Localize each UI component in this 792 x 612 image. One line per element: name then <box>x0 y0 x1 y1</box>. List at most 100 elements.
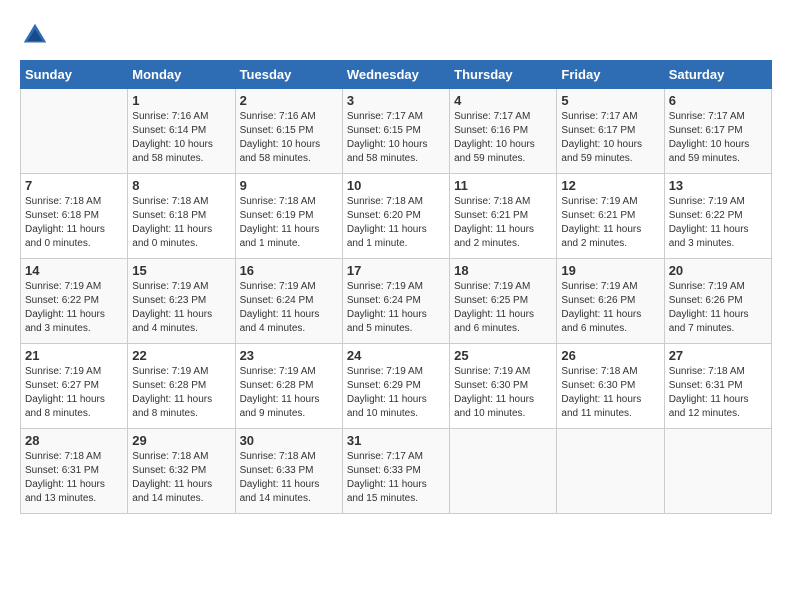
calendar-cell <box>557 429 664 514</box>
day-number: 28 <box>25 433 123 448</box>
day-info: Sunrise: 7:18 AM Sunset: 6:21 PM Dayligh… <box>454 195 552 251</box>
day-number: 16 <box>240 263 338 278</box>
calendar-cell: 25Sunrise: 7:19 AM Sunset: 6:30 PM Dayli… <box>450 344 557 429</box>
calendar-cell: 23 Sunrise: 7:19 AM Sunset: 6:28 PM Dayli… <box>235 344 342 429</box>
day-info: Sunrise: 7:19 AM Sunset: 6:25 PM Dayligh… <box>454 280 552 336</box>
day-info: Sunrise: 7:18 AM Sunset: 6:33 PM Dayligh… <box>240 450 338 506</box>
calendar-cell: 4 Sunrise: 7:17 AM Sunset: 6:16 PM Daylig… <box>450 89 557 174</box>
calendar-cell: 31 Sunrise: 7:17 AM Sunset: 6:33 PM Dayli… <box>342 429 449 514</box>
calendar-cell: 30 Sunrise: 7:18 AM Sunset: 6:33 PM Dayli… <box>235 429 342 514</box>
day-number: 4 <box>454 93 552 108</box>
day-info: Sunrise: 7:19 AM Sunset: 6:24 PM Dayligh… <box>347 280 445 336</box>
calendar-cell: 16 Sunrise: 7:19 AM Sunset: 6:24 PM Dayli… <box>235 259 342 344</box>
day-number: 25 <box>454 348 552 363</box>
page-header <box>20 20 772 50</box>
calendar-cell <box>664 429 771 514</box>
day-info: Sunrise: 7:18 AM Sunset: 6:20 PM Dayligh… <box>347 195 445 251</box>
day-number: 9 <box>240 178 338 193</box>
day-number: 13 <box>669 178 767 193</box>
day-number: 3 <box>347 93 445 108</box>
calendar-cell <box>21 89 128 174</box>
day-info: Sunrise: 7:19 AM Sunset: 6:26 PM Dayligh… <box>561 280 659 336</box>
logo <box>20 20 52 50</box>
day-info: Sunrise: 7:19 AM Sunset: 6:29 PM Dayligh… <box>347 365 445 421</box>
week-row-4: 21 Sunrise: 7:19 AM Sunset: 6:27 PM Dayli… <box>21 344 772 429</box>
calendar-cell: 10Sunrise: 7:18 AM Sunset: 6:20 PM Dayli… <box>342 174 449 259</box>
day-info: Sunrise: 7:17 AM Sunset: 6:15 PM Dayligh… <box>347 110 445 166</box>
day-number: 17 <box>347 263 445 278</box>
day-info: Sunrise: 7:19 AM Sunset: 6:28 PM Dayligh… <box>240 365 338 421</box>
column-header-thursday: Thursday <box>450 61 557 89</box>
day-number: 18 <box>454 263 552 278</box>
calendar-cell: 11 Sunrise: 7:18 AM Sunset: 6:21 PM Dayli… <box>450 174 557 259</box>
day-number: 26 <box>561 348 659 363</box>
day-info: Sunrise: 7:17 AM Sunset: 6:17 PM Dayligh… <box>561 110 659 166</box>
day-number: 8 <box>132 178 230 193</box>
calendar-cell: 3 Sunrise: 7:17 AM Sunset: 6:15 PM Daylig… <box>342 89 449 174</box>
week-row-3: 14 Sunrise: 7:19 AM Sunset: 6:22 PM Dayli… <box>21 259 772 344</box>
day-number: 15 <box>132 263 230 278</box>
day-number: 30 <box>240 433 338 448</box>
calendar-cell: 28 Sunrise: 7:18 AM Sunset: 6:31 PM Dayli… <box>21 429 128 514</box>
day-info: Sunrise: 7:19 AM Sunset: 6:21 PM Dayligh… <box>561 195 659 251</box>
calendar-cell: 14 Sunrise: 7:19 AM Sunset: 6:22 PM Dayli… <box>21 259 128 344</box>
day-info: Sunrise: 7:16 AM Sunset: 6:15 PM Dayligh… <box>240 110 338 166</box>
calendar-cell: 15Sunrise: 7:19 AM Sunset: 6:23 PM Dayli… <box>128 259 235 344</box>
calendar-cell: 5Sunrise: 7:17 AM Sunset: 6:17 PM Daylig… <box>557 89 664 174</box>
day-number: 23 <box>240 348 338 363</box>
day-number: 6 <box>669 93 767 108</box>
day-info: Sunrise: 7:18 AM Sunset: 6:32 PM Dayligh… <box>132 450 230 506</box>
day-info: Sunrise: 7:17 AM Sunset: 6:33 PM Dayligh… <box>347 450 445 506</box>
day-number: 20 <box>669 263 767 278</box>
day-number: 19 <box>561 263 659 278</box>
header-row: SundayMondayTuesdayWednesdayThursdayFrid… <box>21 61 772 89</box>
day-info: Sunrise: 7:19 AM Sunset: 6:22 PM Dayligh… <box>25 280 123 336</box>
day-info: Sunrise: 7:19 AM Sunset: 6:24 PM Dayligh… <box>240 280 338 336</box>
column-header-wednesday: Wednesday <box>342 61 449 89</box>
logo-icon <box>20 20 50 50</box>
day-info: Sunrise: 7:19 AM Sunset: 6:22 PM Dayligh… <box>669 195 767 251</box>
day-number: 7 <box>25 178 123 193</box>
day-info: Sunrise: 7:16 AM Sunset: 6:14 PM Dayligh… <box>132 110 230 166</box>
calendar-cell: 18 Sunrise: 7:19 AM Sunset: 6:25 PM Dayli… <box>450 259 557 344</box>
day-info: Sunrise: 7:18 AM Sunset: 6:18 PM Dayligh… <box>132 195 230 251</box>
day-info: Sunrise: 7:18 AM Sunset: 6:31 PM Dayligh… <box>25 450 123 506</box>
day-info: Sunrise: 7:18 AM Sunset: 6:18 PM Dayligh… <box>25 195 123 251</box>
calendar-cell: 27 Sunrise: 7:18 AM Sunset: 6:31 PM Dayli… <box>664 344 771 429</box>
day-number: 31 <box>347 433 445 448</box>
week-row-2: 7 Sunrise: 7:18 AM Sunset: 6:18 PM Daylig… <box>21 174 772 259</box>
day-number: 14 <box>25 263 123 278</box>
day-info: Sunrise: 7:18 AM Sunset: 6:31 PM Dayligh… <box>669 365 767 421</box>
calendar-cell: 12 Sunrise: 7:19 AM Sunset: 6:21 PM Dayli… <box>557 174 664 259</box>
day-info: Sunrise: 7:17 AM Sunset: 6:17 PM Dayligh… <box>669 110 767 166</box>
column-header-tuesday: Tuesday <box>235 61 342 89</box>
calendar-cell: 29 Sunrise: 7:18 AM Sunset: 6:32 PM Dayli… <box>128 429 235 514</box>
day-number: 29 <box>132 433 230 448</box>
day-info: Sunrise: 7:17 AM Sunset: 6:16 PM Dayligh… <box>454 110 552 166</box>
calendar-cell: 9 Sunrise: 7:18 AM Sunset: 6:19 PM Daylig… <box>235 174 342 259</box>
calendar-cell: 21 Sunrise: 7:19 AM Sunset: 6:27 PM Dayli… <box>21 344 128 429</box>
day-info: Sunrise: 7:18 AM Sunset: 6:30 PM Dayligh… <box>561 365 659 421</box>
day-number: 21 <box>25 348 123 363</box>
day-info: Sunrise: 7:19 AM Sunset: 6:26 PM Dayligh… <box>669 280 767 336</box>
calendar-cell <box>450 429 557 514</box>
day-number: 11 <box>454 178 552 193</box>
calendar-table: SundayMondayTuesdayWednesdayThursdayFrid… <box>20 60 772 514</box>
day-number: 12 <box>561 178 659 193</box>
calendar-cell: 26 Sunrise: 7:18 AM Sunset: 6:30 PM Dayli… <box>557 344 664 429</box>
day-info: Sunrise: 7:19 AM Sunset: 6:28 PM Dayligh… <box>132 365 230 421</box>
calendar-cell: 8 Sunrise: 7:18 AM Sunset: 6:18 PM Daylig… <box>128 174 235 259</box>
calendar-cell: 17 Sunrise: 7:19 AM Sunset: 6:24 PM Dayli… <box>342 259 449 344</box>
week-row-5: 28 Sunrise: 7:18 AM Sunset: 6:31 PM Dayli… <box>21 429 772 514</box>
week-row-1: 1Sunrise: 7:16 AM Sunset: 6:14 PM Daylig… <box>21 89 772 174</box>
calendar-cell: 20 Sunrise: 7:19 AM Sunset: 6:26 PM Dayli… <box>664 259 771 344</box>
day-number: 24 <box>347 348 445 363</box>
calendar-cell: 24 Sunrise: 7:19 AM Sunset: 6:29 PM Dayli… <box>342 344 449 429</box>
day-info: Sunrise: 7:19 AM Sunset: 6:27 PM Dayligh… <box>25 365 123 421</box>
calendar-cell: 6 Sunrise: 7:17 AM Sunset: 6:17 PM Daylig… <box>664 89 771 174</box>
calendar-cell: 13 Sunrise: 7:19 AM Sunset: 6:22 PM Dayli… <box>664 174 771 259</box>
day-number: 27 <box>669 348 767 363</box>
calendar-cell: 22Sunrise: 7:19 AM Sunset: 6:28 PM Dayli… <box>128 344 235 429</box>
column-header-monday: Monday <box>128 61 235 89</box>
day-info: Sunrise: 7:18 AM Sunset: 6:19 PM Dayligh… <box>240 195 338 251</box>
